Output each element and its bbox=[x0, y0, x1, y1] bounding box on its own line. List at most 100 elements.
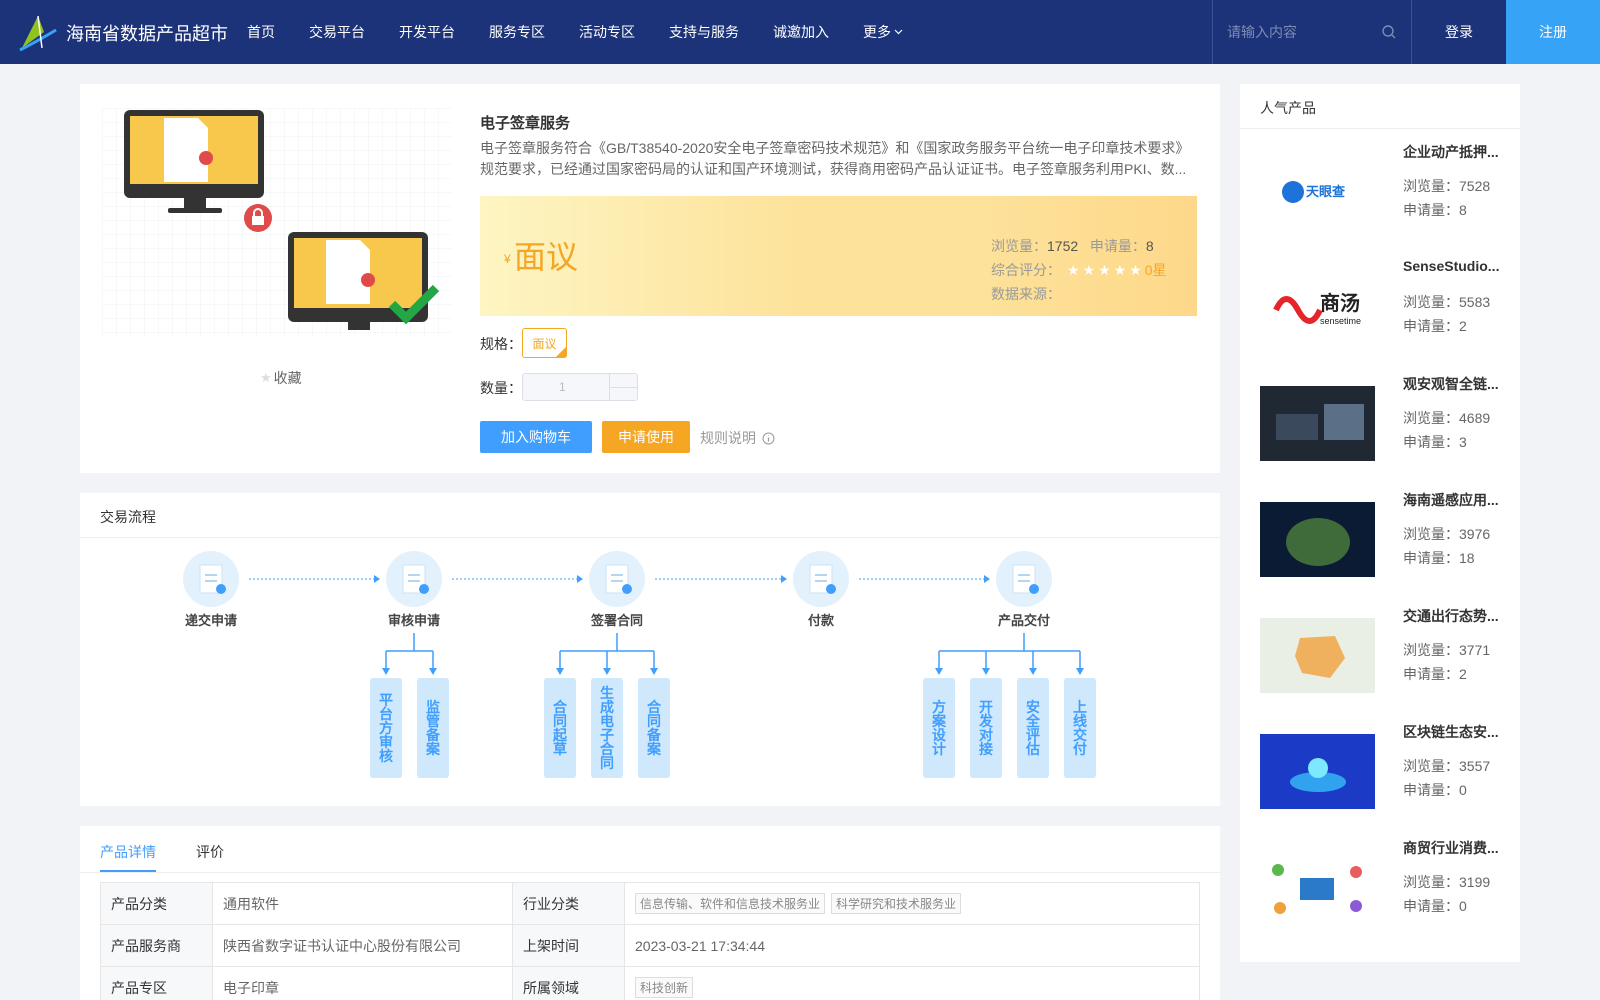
applies-count: 2 bbox=[1459, 666, 1467, 682]
applies-label: 申请量： bbox=[1403, 434, 1459, 450]
popular-item-views: 浏览量：7528 bbox=[1403, 176, 1490, 196]
search-box bbox=[1212, 0, 1412, 64]
arrow-head-icon bbox=[781, 575, 787, 583]
views-label: 浏览量： bbox=[1403, 410, 1459, 426]
applies-count: 0 bbox=[1459, 898, 1467, 914]
popular-item-name[interactable]: 区块链生态安... bbox=[1403, 722, 1507, 742]
popular-item[interactable]: 商汤 sensetime SenseStudio... 浏览量：5583 申请量：2 bbox=[1260, 258, 1510, 358]
tag: 信息传输、软件和信息技术服务业 bbox=[635, 893, 826, 914]
nav-home[interactable]: 首页 bbox=[247, 22, 275, 42]
views-count: 4689 bbox=[1459, 410, 1491, 426]
spec-option[interactable]: 面议 bbox=[522, 328, 567, 358]
flow-step-label: 付款 bbox=[808, 613, 835, 628]
quantity-stepper[interactable]: 1 bbox=[522, 373, 638, 401]
table-row: 产品专区 电子印章 所属领域 科技创新 bbox=[100, 966, 1200, 1000]
tab-review[interactable]: 评价 bbox=[196, 842, 224, 862]
product-stats: 浏览量：1752 申请量：8 综合评分： ★★★★★0星 数据来源： bbox=[991, 234, 1167, 306]
rules-label: 规则说明 bbox=[700, 430, 756, 446]
arrow-head-icon bbox=[382, 668, 390, 675]
popular-item[interactable]: 海南遥感应用... 浏览量：3976 申请量：18 bbox=[1260, 490, 1510, 590]
arrow-head-icon bbox=[982, 668, 990, 675]
popular-item-applies: 申请量：2 bbox=[1403, 664, 1467, 684]
qty-arrows[interactable] bbox=[609, 374, 638, 400]
popular-item[interactable]: 天眼查 企业动产抵押... 浏览量：7528 申请量：8 bbox=[1260, 142, 1510, 242]
apply-button[interactable]: 申请使用 bbox=[602, 421, 690, 453]
add-to-cart-button[interactable]: 加入购物车 bbox=[480, 421, 592, 453]
rating-label: 综合评分： bbox=[991, 262, 1061, 278]
price-currency: ¥ bbox=[504, 252, 511, 266]
popular-item[interactable]: 观安观智全链... 浏览量：4689 申请量：3 bbox=[1260, 374, 1510, 474]
flow-diagram: 递交申请 审核申请 签署合同 付款 产品交付平台方审核 监管备案 合同起草 生成电子合同 合同备… bbox=[183, 551, 1096, 778]
product-thumbnail[interactable] bbox=[1260, 734, 1375, 809]
svg-text:商汤: 商汤 bbox=[1320, 291, 1360, 315]
nav-join[interactable]: 诚邀加入 bbox=[773, 22, 829, 42]
flow-title: 交易流程 bbox=[100, 509, 156, 525]
nav-activity[interactable]: 活动专区 bbox=[579, 22, 635, 42]
applies-label: 申请量： bbox=[1089, 238, 1146, 254]
popular-item-name[interactable]: 交通出行态势... bbox=[1403, 606, 1507, 626]
nav-trade[interactable]: 交易平台 bbox=[309, 22, 365, 42]
rules-link[interactable]: 规则说明 bbox=[700, 428, 775, 448]
search-icon[interactable] bbox=[1381, 24, 1397, 40]
applies-count: 2 bbox=[1459, 318, 1467, 334]
product-thumbnail[interactable] bbox=[1260, 386, 1375, 461]
table-value: 陕西省数字证书认证中心股份有限公司 bbox=[212, 924, 513, 967]
nav-more[interactable]: 更多 bbox=[863, 22, 903, 42]
table-row: 产品分类 通用软件 行业分类 信息传输、软件和信息技术服务业 科学研究和技术服务业 bbox=[100, 882, 1200, 925]
applies-count: 8 bbox=[1145, 238, 1154, 254]
views-count: 3557 bbox=[1459, 758, 1491, 774]
popular-item[interactable]: 区块链生态安... 浏览量：3557 申请量：0 bbox=[1260, 722, 1510, 822]
popular-item[interactable]: 商贸行业消费... 浏览量：3199 申请量：0 bbox=[1260, 838, 1510, 938]
spec-label: 规格： bbox=[480, 336, 522, 352]
svg-text:天眼查: 天眼查 bbox=[1306, 184, 1346, 199]
views-label: 浏览量： bbox=[1403, 874, 1459, 890]
step-badge-icon bbox=[622, 584, 632, 594]
table-value: 电子印章 bbox=[212, 966, 513, 1000]
popular-item-name[interactable]: 观安观智全链... bbox=[1403, 374, 1507, 394]
chevron-down-icon bbox=[894, 29, 903, 35]
main-nav: 首页 交易平台 开发平台 服务专区 活动专区 支持与服务 诚邀加入 更多 bbox=[247, 0, 937, 64]
login-button[interactable]: 登录 bbox=[1412, 0, 1506, 64]
rating-text: 0星 bbox=[1144, 262, 1167, 278]
product-card: ★ 收藏 电子签章服务 电子签章服务符合《GB/T38540-2020安全电子签… bbox=[80, 84, 1220, 473]
popular-item-applies: 申请量：3 bbox=[1403, 432, 1467, 452]
nav-service[interactable]: 服务专区 bbox=[489, 22, 545, 42]
product-thumbnail[interactable] bbox=[1260, 502, 1375, 577]
nav-dev[interactable]: 开发平台 bbox=[399, 22, 455, 42]
flow-substep-label: 合同起草 bbox=[552, 699, 568, 757]
product-thumbnail[interactable]: 天眼查 bbox=[1260, 154, 1375, 229]
flow-substep-label: 开发对接 bbox=[978, 699, 994, 757]
top-header: 海南省数据产品超市 首页 交易平台 开发平台 服务专区 活动专区 支持与服务 诚… bbox=[0, 0, 1600, 64]
views-label: 浏览量： bbox=[1403, 758, 1459, 774]
popular-item[interactable]: 交通出行态势... 浏览量：3771 申请量：2 bbox=[1260, 606, 1510, 706]
popular-item-name[interactable]: 企业动产抵押... bbox=[1403, 142, 1507, 162]
table-key: 产品专区 bbox=[100, 966, 213, 1000]
views-label: 浏览量： bbox=[1403, 294, 1459, 310]
nav-support[interactable]: 支持与服务 bbox=[669, 22, 739, 42]
applies-label: 申请量： bbox=[1403, 318, 1459, 334]
selected-corner-icon bbox=[556, 347, 566, 357]
arrow-head-icon bbox=[603, 668, 611, 675]
product-thumbnail[interactable] bbox=[1260, 618, 1375, 693]
search-input[interactable] bbox=[1227, 21, 1367, 43]
views-count: 3199 bbox=[1459, 874, 1491, 890]
flow-step-label: 签署合同 bbox=[590, 613, 643, 628]
tab-detail[interactable]: 产品详情 bbox=[100, 842, 156, 862]
flow-substep-label: 方案设计 bbox=[931, 699, 947, 757]
applies-count: 3 bbox=[1459, 434, 1467, 450]
product-thumbnail[interactable] bbox=[1260, 850, 1375, 925]
table-value: 科技创新 bbox=[624, 966, 1200, 1000]
popular-item-name[interactable]: 海南遥感应用... bbox=[1403, 490, 1507, 510]
product-thumbnail[interactable]: 商汤sensetime bbox=[1260, 270, 1375, 345]
popular-title: 人气产品 bbox=[1260, 100, 1316, 116]
favorite-button[interactable]: ★ 收藏 bbox=[260, 368, 302, 388]
logo-icon[interactable] bbox=[18, 12, 58, 52]
table-value: 信息传输、软件和信息技术服务业 科学研究和技术服务业 bbox=[624, 882, 1200, 925]
popular-item-applies: 申请量：18 bbox=[1403, 548, 1475, 568]
popular-item-name[interactable]: SenseStudio... bbox=[1403, 258, 1507, 274]
site-brand[interactable]: 海南省数据产品超市 bbox=[66, 20, 228, 46]
info-icon bbox=[762, 432, 775, 444]
register-button[interactable]: 注册 bbox=[1506, 0, 1600, 64]
table-row: 产品服务商 陕西省数字证书认证中心股份有限公司 上架时间 2023-03-21 … bbox=[100, 924, 1200, 967]
popular-item-name[interactable]: 商贸行业消费... bbox=[1403, 838, 1507, 858]
